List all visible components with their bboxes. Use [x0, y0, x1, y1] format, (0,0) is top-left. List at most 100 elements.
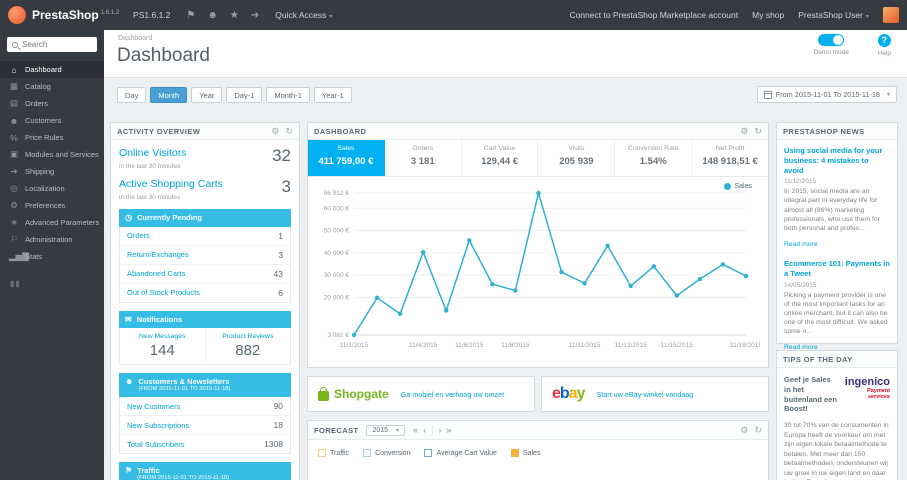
user-avatar[interactable] — [883, 7, 899, 23]
kpi-cart-value[interactable]: Cart Value 129,44 € — [462, 140, 539, 176]
range-button-day[interactable]: Day — [117, 87, 147, 103]
range-button-year-1[interactable]: Year-1 — [313, 87, 352, 103]
refresh-icon[interactable]: ↻ — [754, 425, 762, 436]
marketplace-link[interactable]: Connect to PrestaShop Marketplace accoun… — [569, 10, 738, 20]
next-page-icon[interactable]: › — [438, 425, 441, 435]
forecast-year-select[interactable]: 2015 ▾ — [366, 424, 406, 436]
tips-headline: Geef je Sales in het buitenland een Boos… — [784, 375, 837, 414]
customers-row: Total Subscribers 1308 — [120, 435, 290, 453]
refresh-icon[interactable]: ↻ — [754, 126, 762, 137]
sidebar-item-localization[interactable]: ◎ Localization — [0, 180, 104, 197]
kpi-value: 411 759,00 € — [318, 156, 374, 167]
demo-mode-toggle[interactable] — [818, 34, 845, 46]
sidebar-collapse-icon[interactable]: ▮▮ — [0, 265, 104, 288]
sidebar-item-administration[interactable]: ⚐ Administration — [0, 231, 104, 248]
pending-row: Orders 1 — [120, 227, 290, 246]
pending-row-link[interactable]: Orders — [127, 231, 150, 240]
sidebar-item-customers[interactable]: ☻ Customers — [0, 112, 104, 129]
pending-row-link[interactable]: Out of Stock Products — [127, 288, 200, 297]
sidebar-item-orders[interactable]: ▤ Orders — [0, 95, 104, 112]
forecast-legend-swatch — [363, 449, 372, 457]
kpi-sales[interactable]: Sales 411 759,00 € — [308, 140, 385, 176]
range-button-month-1[interactable]: Month-1 — [266, 87, 310, 103]
active-carts-link[interactable]: Active Shopping Carts — [119, 178, 223, 190]
prev-page-icon[interactable]: ‹ — [423, 425, 426, 435]
sidebar-item-dashboard[interactable]: ⌂ Dashboard — [0, 61, 104, 78]
sidebar-item-stats[interactable]: ▂▅▇ Stats — [0, 248, 104, 265]
news-article-title[interactable]: Ecommerce 101: Payments in a Tweet — [784, 259, 890, 279]
gear-icon[interactable]: ⚙ — [271, 126, 279, 137]
my-shop-link[interactable]: My shop — [752, 10, 784, 20]
customers-row-link[interactable]: New Subscriptions — [127, 421, 189, 430]
gear-icon[interactable]: ⚙ — [740, 126, 748, 137]
kpi-conversion-rate[interactable]: Conversion Rate 1.54% — [615, 140, 693, 176]
kpi-net-profit[interactable]: Net Profit 148 918,51 € — [692, 140, 768, 176]
chevron-down-icon: ▾ — [886, 92, 890, 98]
product-reviews-link[interactable]: Product Reviews — [208, 333, 289, 340]
ebay-promo-link[interactable]: Start uw eBay-winkel vandaag — [597, 390, 694, 399]
read-more-link[interactable]: Read more — [784, 241, 818, 248]
sidebar-item-catalog[interactable]: ▦ Catalog — [0, 78, 104, 95]
breadcrumb[interactable]: Dashboard — [118, 35, 152, 42]
news-article-title[interactable]: Using social media for your business: 4 … — [784, 146, 890, 175]
sidebar-search[interactable] — [7, 37, 97, 52]
sidebar-item-shipping[interactable]: ➔ Shipping — [0, 163, 104, 180]
date-range-picker[interactable]: From 2015-11-01 To 2015-11-18 ▾ — [756, 86, 897, 103]
refresh-icon[interactable]: ↻ — [285, 126, 293, 137]
chevron-down-icon: ▾ — [865, 14, 869, 20]
range-button-year[interactable]: Year — [191, 87, 223, 103]
gear-icon[interactable]: ⚙ — [740, 425, 748, 436]
forecast-legend-sales[interactable]: Sales — [510, 449, 541, 457]
forecast-legend-conversion[interactable]: Conversion — [363, 449, 410, 457]
activity-panel-title: ACTIVITY OVERVIEW — [117, 126, 201, 136]
advanced-parameters-icon: ∗ — [10, 217, 18, 227]
topbar-icons: ⚑ ☻ ★ ➔ — [186, 10, 259, 21]
kpi-visits[interactable]: Visits 205 939 — [538, 140, 616, 176]
sidebar-item-preferences[interactable]: ⚙ Preferences — [0, 197, 104, 214]
first-page-icon[interactable]: « — [413, 425, 418, 435]
customers-row-value: 18 — [273, 420, 283, 431]
customers-row-value: 90 — [273, 401, 283, 412]
forecast-legend-traffic[interactable]: Traffic — [318, 449, 349, 457]
shop-icon[interactable]: ⚑ — [186, 10, 195, 21]
svg-text:11/15/2015: 11/15/2015 — [661, 342, 693, 349]
kpi-orders[interactable]: Orders 3 181 — [385, 140, 462, 176]
customers-row-link[interactable]: Total Subscribers — [127, 440, 185, 449]
prestashop-logo[interactable] — [8, 6, 26, 24]
chart-legend[interactable]: Sales — [724, 183, 752, 190]
employee-icon[interactable]: ☻ — [207, 10, 218, 21]
quick-access-menu[interactable]: Quick Access ▾ — [275, 10, 332, 20]
pending-row-link[interactable]: Return/Exchanges — [127, 250, 189, 259]
search-input[interactable] — [22, 40, 90, 49]
new-messages-link[interactable]: New Messages — [122, 333, 203, 340]
help-button[interactable]: ? — [877, 34, 891, 47]
badge-icon[interactable]: ★ — [230, 10, 239, 21]
customers-row-link[interactable]: New Customers — [127, 402, 180, 411]
sidebar-item-advanced-parameters[interactable]: ∗ Advanced Parameters — [0, 214, 104, 231]
dashboard-icon: ⌂ — [11, 64, 17, 75]
range-button-month[interactable]: Month — [150, 87, 188, 103]
forecast-legend-label: Sales — [522, 449, 541, 457]
traffic-titles: Traffic (FROM 2015-11-01 TO 2015-11-18) — [137, 466, 229, 480]
notifications-header: ✉ Notifications — [119, 310, 291, 329]
last-page-icon[interactable]: » — [446, 425, 451, 435]
sidebar-item-modules[interactable]: ▣ Modules and Services — [0, 146, 104, 163]
user-menu[interactable]: PrestaShop User ▾ — [798, 10, 869, 20]
pending-row-link[interactable]: Abandoned Carts — [127, 269, 185, 278]
shop-name: PS1.6.1.2 — [133, 10, 171, 20]
price-rules-icon: % — [10, 132, 18, 143]
training-icon[interactable]: ➔ — [251, 10, 259, 21]
sidebar-item-label: Modules and Services — [25, 150, 99, 159]
sidebar-item-label: Orders — [25, 99, 48, 108]
help-control: ? Help — [878, 34, 891, 57]
range-button-day-1[interactable]: Day-1 — [226, 87, 263, 103]
demo-mode-control: Demo mode — [814, 34, 849, 56]
ebay-letter: y — [576, 385, 586, 402]
preferences-icon: ⚙ — [10, 200, 18, 210]
sidebar-item-price-rules[interactable]: % Price Rules — [0, 129, 104, 146]
topbar-right: Connect to PrestaShop Marketplace accoun… — [569, 7, 899, 23]
shopgate-promo-link[interactable]: Ga mobiel en verhoog uw omzet — [401, 390, 504, 399]
online-visitors-link[interactable]: Online Visitors — [119, 147, 187, 159]
product-reviews-cell: Product Reviews 882 — [206, 328, 291, 364]
forecast-legend-average-cart-value[interactable]: Average Cart Value — [424, 449, 497, 457]
